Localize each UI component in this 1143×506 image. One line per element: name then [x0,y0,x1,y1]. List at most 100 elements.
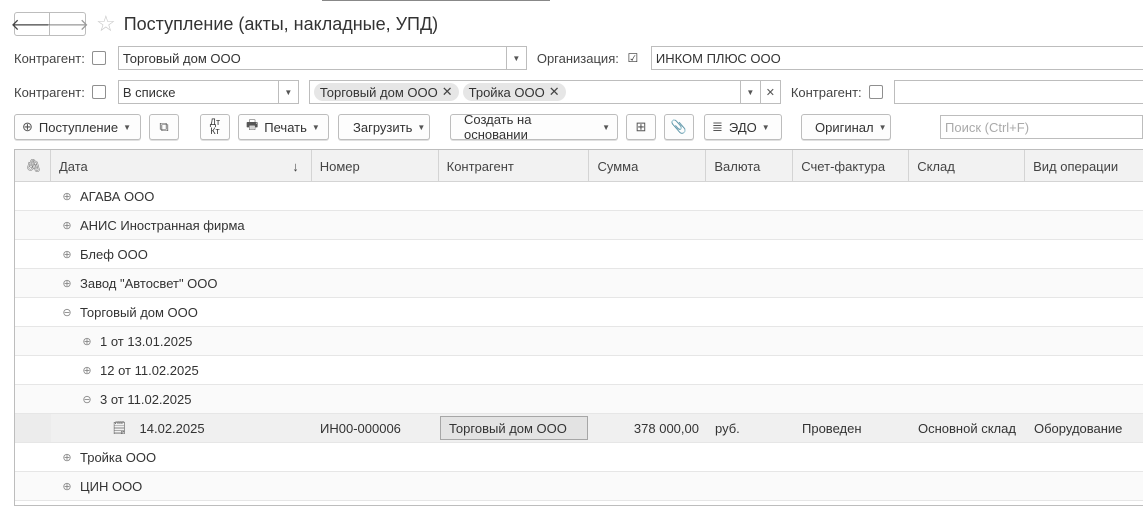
cell-number[interactable]: ИН00-000006 [312,414,401,442]
table-header: 🖇 Дата ↓ Номер Контрагент Сумма Валюта Сч… [15,150,1143,182]
copy-button[interactable]: ⧉ [149,114,179,140]
chevron-down-icon: ▼ [602,122,610,132]
comparison-mode-value: В списке [122,84,176,100]
column-header-date[interactable]: Дата ↓ [51,150,312,182]
group-row[interactable]: ⊕ АГАВА ООО [15,182,1143,211]
kontragent-checkbox[interactable] [91,51,106,65]
cell-date[interactable]: 🗒 14.02.2025 [111,414,205,442]
kontragent-label-2: Контрагент: [14,84,85,100]
forward-button[interactable]: 🡒 [46,12,89,36]
group-row[interactable]: ⊕ 1 от 13.01.2025 [15,327,1143,356]
expand-icon[interactable]: ⊕ [62,277,72,290]
attachment-column-header[interactable]: 🖇 [15,150,51,182]
column-header-warehouse[interactable]: Склад [909,150,1026,182]
tag-chip[interactable]: Торговый дом ООО ✕ [313,83,459,101]
column-header-kontragent[interactable]: Контрагент [439,150,590,182]
kontragent-label: Контрагент: [14,50,85,66]
chevron-down-icon: ▼ [123,122,132,132]
dropdown-arrow-icon[interactable]: ▼ [739,81,760,103]
chevron-down-icon: ▼ [311,122,320,132]
kontragent-field[interactable]: Торговый дом ООО ▼ [117,46,527,70]
dropdown-arrow-icon[interactable]: ▼ [505,47,526,69]
paperclip-icon: 🖇 [25,158,42,173]
add-circle-icon: ⊕ [22,119,33,134]
organization-value: ИНКОМ ПЛЮС ООО [655,50,781,66]
kontragent-field-3[interactable] [893,80,1143,104]
clear-icon[interactable]: ✕ [759,81,780,103]
group-row[interactable]: ⊖ Торговый дом ООО [15,298,1143,327]
filter-row-1: Контрагент: Торговый дом ООО ▼ Организац… [14,46,1143,70]
create-based-button[interactable]: Создать на основании ▼ [450,112,618,142]
dropdown-arrow-icon[interactable]: ▼ [277,81,298,103]
kontragent-checkbox-3[interactable] [868,85,883,99]
cell-warehouse[interactable]: Основной склад [910,414,1016,442]
comparison-mode-field[interactable]: В списке ▼ [117,80,299,104]
attach-button[interactable]: 📎 [664,114,694,140]
column-header-number[interactable]: Номер [312,150,439,182]
close-icon[interactable]: ✕ [442,84,453,100]
cell-currency[interactable]: руб. [707,414,740,442]
kontragent-checkbox-2[interactable] [91,85,106,99]
group-row[interactable]: ⊕ ЦИН ООО [15,472,1143,501]
column-header-currency[interactable]: Валюта [706,150,794,182]
chevron-down-icon: ▼ [761,122,770,132]
column-header-operation[interactable]: Вид операции [1025,150,1143,182]
expand-icon[interactable]: ⊕ [62,480,72,493]
expand-icon[interactable]: ⊕ [62,190,72,203]
edo-button[interactable]: ≣ ЭДО ▼ [704,114,782,140]
tag-chip[interactable]: Тройка ООО ✕ [462,83,566,101]
page-title: Поступление (акты, накладные, УПД) [123,13,439,34]
table-row-document[interactable]: 🗒 14.02.2025 ИН00-000006 Торговый дом ООО… [15,414,1143,443]
original-button[interactable]: Оригинал ▼ [801,114,891,140]
collapse-icon[interactable]: ⊖ [62,306,72,319]
expand-icon[interactable]: ⊕ [62,248,72,261]
structure-icon: ⊞ [635,119,647,134]
kontragent-label-3: Контрагент: [790,84,862,100]
search-input[interactable]: Поиск (Ctrl+F) [940,115,1143,139]
paperclip-icon: 📎 [670,119,688,134]
chevron-down-icon: ▼ [878,122,887,132]
documents-table: 🖇 Дата ↓ Номер Контрагент Сумма Валюта Сч… [14,149,1143,506]
column-header-invoice[interactable]: Счет-фактура [793,150,910,182]
group-row[interactable]: ⊕ Блеф ООО [15,240,1143,269]
printer-icon: 🖶 [246,117,259,132]
expand-icon[interactable]: ⊕ [82,335,92,348]
kontragent-value: Торговый дом ООО [122,50,241,66]
kontragent-list-field[interactable]: Торговый дом ООО ✕ Тройка ООО ✕ ▼ ✕ [308,80,781,104]
organization-field[interactable]: ИНКОМ ПЛЮС ООО [650,46,1143,70]
collapse-icon[interactable]: ⊖ [82,393,92,406]
chevron-down-icon: ▼ [417,122,426,132]
expand-icon[interactable]: ⊕ [62,451,72,464]
back-button[interactable]: 🡐 [11,12,53,36]
load-button[interactable]: Загрузить ▼ [338,114,430,140]
title-bar: 🡐 🡒 ☆ Поступление (акты, накладные, УПД) [11,10,439,38]
edo-icon: ≣ [712,119,723,134]
dtkt-button[interactable]: Дт Кт [200,114,230,140]
group-row[interactable]: ⊕ Тройка ООО [15,443,1143,472]
dtkt-icon: Дт Кт [209,117,221,136]
column-header-sum[interactable]: Сумма [589,150,707,182]
cell-sum[interactable]: 378 000,00 [590,414,707,442]
document-posted-icon: 🗒 [111,420,128,435]
organization-label: Организация: [536,50,619,66]
print-button[interactable]: 🖶 Печать ▼ [238,114,329,140]
organization-checkbox[interactable]: ☑ [625,51,640,65]
postuplenie-button[interactable]: ⊕ Поступление ▼ [14,114,141,140]
expand-icon[interactable]: ⊕ [62,219,72,232]
close-icon[interactable]: ✕ [549,84,560,100]
expand-icon[interactable]: ⊕ [82,364,92,377]
cell-kontragent[interactable]: Торговый дом ООО [440,416,588,440]
sort-down-icon: ↓ [292,158,299,174]
checkmark-icon: ☑ [627,51,639,65]
favorite-star-icon[interactable]: ☆ [96,13,116,35]
row-marker [15,414,51,442]
group-row[interactable]: ⊕ Завод "Автосвет" ООО [15,269,1143,298]
copy-doc-icon: ⧉ [159,119,169,134]
cell-operation[interactable]: Оборудование [1026,414,1122,442]
group-row[interactable]: ⊕ 12 от 11.02.2025 [15,356,1143,385]
cell-invoice[interactable]: Проведен [794,414,862,442]
arrow-right-icon: 🡒 [46,16,89,34]
structure-button[interactable]: ⊞ [626,114,656,140]
group-row[interactable]: ⊖ 3 от 11.02.2025 [15,385,1143,414]
group-row[interactable]: ⊕ АНИС Иностранная фирма [15,211,1143,240]
